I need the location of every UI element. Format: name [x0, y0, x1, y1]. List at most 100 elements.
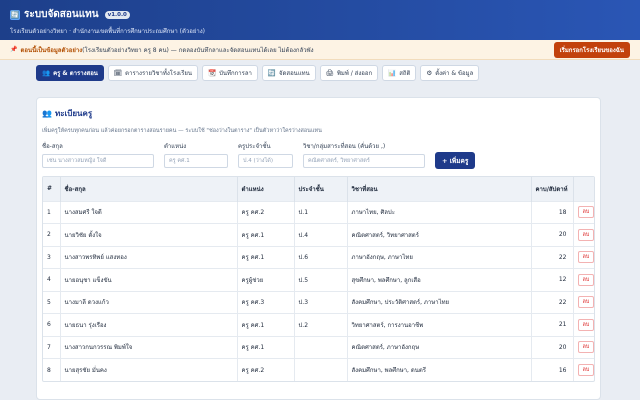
tab-settings[interactable]: ⚙ ตั้งค่า & ข้อมูล: [420, 65, 480, 81]
class-input[interactable]: ป.4 (ว่างได้): [238, 154, 293, 168]
tab-label: บันทึกการลา: [219, 70, 252, 77]
cell-subjects: สังคมศึกษา, พลศึกษา, ดนตรี: [347, 358, 532, 381]
tab-label: จัดสอนแทน: [279, 70, 310, 77]
cell-no: 3: [43, 245, 61, 269]
cell-actions: ลบ: [573, 335, 594, 359]
class-label: ครูประจำชั้น: [238, 143, 271, 150]
tab-school-timetable[interactable]: 🗓 ตารางรายวิชาทั้งโรงเรียน: [107, 65, 199, 81]
tab-label: ตารางรายวิชาทั้งโรงเรียน: [125, 70, 193, 77]
cell-class: [294, 358, 348, 381]
table-row: 6 นายธนา รุ่งเรือง ครู คศ.1 ป.2 วิทยาศาสตร์,…: [43, 313, 594, 336]
teacher-table: # ชื่อ-สกุล ตำแหน่ง ประจำชั้น วิชาที่สอน คาบ/…: [42, 176, 595, 382]
cell-name: นายธนา รุ่งเรือง: [60, 313, 238, 336]
delete-teacher-button[interactable]: ลบ: [577, 318, 594, 331]
teacher-registry-panel: 👥 ทะเบียนครู เพิ่มครูให้ครบทุกคนก่อน แล้…: [36, 97, 601, 400]
cell-class: ป.4: [294, 223, 348, 246]
tab-leave-record[interactable]: 📆 บันทึกการลา: [202, 65, 258, 81]
app-header: 🔄 ระบบจัดสอนแทน v1.0.0 โรงเรียนตัวอย่างว…: [0, 0, 640, 40]
position-input[interactable]: ครู คศ.1: [164, 154, 228, 168]
tab-label: ตั้งค่า & ข้อมูล: [435, 70, 474, 77]
cell-position: ครู คศ.1: [237, 245, 295, 269]
cell-position: ครู คศ.2: [237, 358, 295, 381]
tab-statistics[interactable]: 📊 สถิติ: [382, 65, 417, 81]
table-row: 3 นางสาวพรทิพย์ แสงทอง ครู คศ.1 ป.6 ภาษาอังก…: [43, 245, 594, 269]
cell-subjects: ภาษาอังกฤษ, ภาษาไทย: [347, 245, 532, 269]
cell-no: 1: [43, 200, 61, 224]
cell-periods: 22: [531, 245, 574, 269]
panel-title: 👥 ทะเบียนครู: [42, 107, 595, 120]
cell-periods: 12: [531, 268, 574, 291]
delete-teacher-button[interactable]: ลบ: [577, 296, 594, 309]
cell-subjects: วิทยาศาสตร์, การงานอาชีพ: [347, 313, 532, 336]
cell-no: 4: [43, 268, 61, 291]
cell-no: 8: [43, 358, 61, 381]
add-teacher-form: ชื่อ-สกุล เช่น นางสาวสมหญิง ใจดี ตำแหน่ง…: [42, 141, 595, 169]
name-label: ชื่อ-สกุล: [42, 143, 63, 150]
panel-description: เพิ่มครูให้ครบทุกคนก่อน แล้วค่อยกรอกตารา…: [42, 128, 322, 134]
position-label: ตำแหน่ง: [164, 143, 187, 150]
cell-name: นางสาวพรทิพย์ แสงทอง: [60, 245, 238, 269]
name-input[interactable]: เช่น นางสาวสมหญิง ใจดี: [42, 154, 154, 168]
cell-periods: 18: [531, 200, 574, 224]
version-badge: v1.0.0: [104, 10, 130, 19]
swap-icon: 🔄: [267, 69, 276, 77]
cell-subjects: ภาษาไทย, ศิลปะ: [347, 200, 532, 224]
table-row: 5 นางมาลี ดวงแก้ว ครู คศ.3 ป.3 สังคมศึกษา, ป…: [43, 290, 594, 314]
cell-periods: 16: [531, 358, 574, 381]
cell-periods: 20: [531, 223, 574, 246]
pin-icon: 📌: [10, 46, 18, 53]
cell-position: ครู คศ.1: [237, 223, 295, 246]
cell-subjects: สุขศึกษา, พลศึกษา, ลูกเสือ: [347, 268, 532, 291]
delete-teacher-button[interactable]: ลบ: [577, 273, 594, 286]
cell-class: ป.2: [294, 313, 348, 336]
cell-name: นายสุรชัย มั่นคง: [60, 358, 238, 381]
cell-class: ป.5: [294, 268, 348, 291]
delete-teacher-button[interactable]: ลบ: [577, 364, 594, 376]
col-name-header: ชื่อ-สกุล: [60, 177, 238, 201]
cell-class: ป.6: [294, 245, 348, 269]
cell-position: ครูผู้ช่วย: [237, 268, 295, 291]
cell-name: นายวิชัย ตั้งใจ: [60, 223, 238, 246]
cell-class: ป.1: [294, 200, 348, 224]
users-icon: 👥: [42, 109, 52, 118]
notice-text: (โรงเรียนตัวอย่างวิทยา ครู 8 คน) — กดลอง…: [82, 46, 314, 54]
cell-actions: ลบ: [573, 200, 594, 224]
delete-teacher-button[interactable]: ลบ: [577, 228, 594, 241]
cell-name: นางมาลี ดวงแก้ว: [60, 290, 238, 314]
cell-no: 7: [43, 335, 61, 359]
delete-teacher-button[interactable]: ลบ: [577, 206, 594, 219]
tab-teachers-schedule[interactable]: 👥 ครู & ตารางสอน: [36, 65, 104, 81]
table-row: 2 นายวิชัย ตั้งใจ ครู คศ.1 ป.4 คณิตศาสตร์, ว…: [43, 223, 594, 246]
sample-data-notice: 📌 ตอนนี้เป็นข้อมูลตัวอย่าง (โรงเรียนตัวอ…: [0, 40, 640, 60]
table-row: 1 นางสมศรี ใจดี ครู คศ.2 ป.1 ภาษาไทย, ศิลปะ 1…: [43, 200, 594, 224]
cell-subjects: สังคมศึกษา, ประวัติศาสตร์, ภาษาไทย: [347, 290, 532, 314]
printer-icon: 🖨: [325, 69, 334, 77]
table-row: 8 นายสุรชัย มั่นคง ครู คศ.2 สังคมศึกษา, พลศ…: [43, 358, 594, 381]
cell-position: ครู คศ.1: [237, 313, 295, 336]
school-subtitle: โรงเรียนตัวอย่างวิทยา · สำนักงานเขตพื้นท…: [10, 28, 205, 35]
tab-label: พิมพ์ / ส่งออก: [336, 70, 373, 77]
calendar-icon: 🗓: [113, 69, 123, 77]
delete-teacher-button[interactable]: ลบ: [577, 341, 594, 354]
calendar-date-icon: 📆: [208, 69, 217, 77]
cell-actions: ลบ: [573, 245, 594, 269]
cell-actions: ลบ: [573, 268, 594, 291]
add-teacher-button[interactable]: + เพิ่มครู: [435, 152, 476, 169]
tab-label: สถิติ: [399, 70, 411, 77]
chart-icon: 📊: [388, 69, 397, 77]
subject-input[interactable]: คณิตศาสตร์, วิทยาศาสตร์: [303, 154, 425, 168]
tab-label: ครู & ตารางสอน: [53, 70, 98, 77]
cell-subjects: คณิตศาสตร์, วิทยาศาสตร์: [347, 223, 532, 246]
start-own-school-button[interactable]: เริ่มกรอกโรงเรียนของฉัน: [553, 41, 630, 58]
cell-subjects: คณิตศาสตร์, ภาษาอังกฤษ: [347, 335, 532, 359]
delete-teacher-button[interactable]: ลบ: [577, 251, 594, 264]
app-title: ระบบจัดสอนแทน: [24, 9, 99, 20]
cell-name: นางสาวกนกวรรณ พิมพ์ใจ: [60, 335, 238, 359]
tab-print-export[interactable]: 🖨 พิมพ์ / ส่งออก: [319, 65, 379, 81]
cell-no: 5: [43, 290, 61, 314]
table-header-row: # ชื่อ-สกุล ตำแหน่ง ประจำชั้น วิชาที่สอน คาบ/…: [43, 177, 594, 201]
cell-periods: 21: [531, 313, 574, 336]
tab-substitute[interactable]: 🔄 จัดสอนแทน: [261, 65, 316, 81]
cell-periods: 22: [531, 290, 574, 314]
cell-name: นายอนุชา แข็งขัน: [60, 268, 238, 291]
